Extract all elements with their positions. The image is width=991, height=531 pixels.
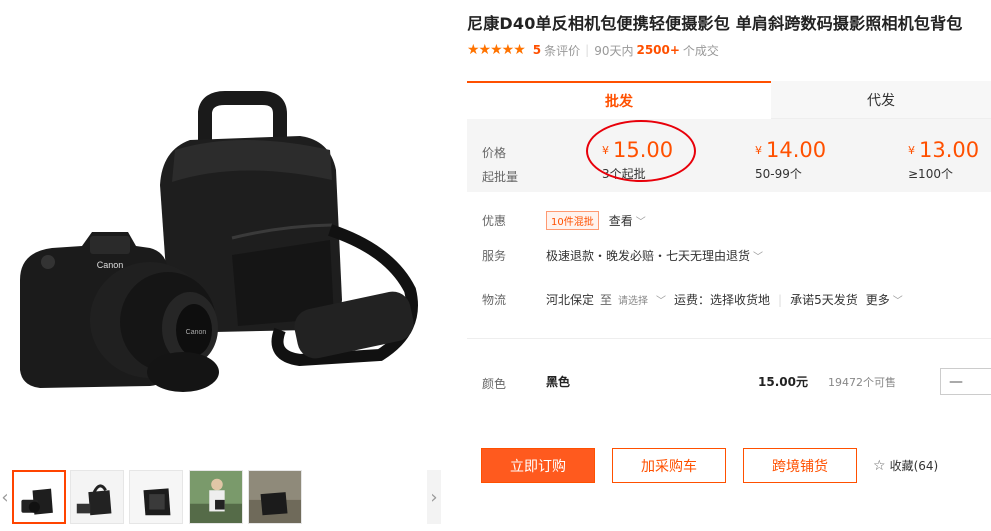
highlight-circle-annotation xyxy=(586,120,696,182)
chevron-left-icon[interactable]: ‹ xyxy=(0,470,12,524)
chevron-down-icon[interactable]: ﹀ xyxy=(656,292,666,307)
variant-stock: 19472个可售 xyxy=(828,376,896,389)
ship-promise: 承诺5天发货 xyxy=(790,293,858,307)
price-label: 价格 xyxy=(482,146,507,160)
color-option-name: 黑色 xyxy=(546,375,571,389)
price-tier-3-value: 13.00 xyxy=(919,138,980,162)
star-outline-icon: ☆ xyxy=(873,457,886,474)
thumbnail-strip: ‹ › xyxy=(0,470,445,526)
rating-row: ★★★★★ 5 条评价 | 90天内 2500+ 个成交 xyxy=(467,42,719,59)
thumbnail-3[interactable] xyxy=(129,470,183,524)
price-tier-3: ¥13.00 ≥100个 xyxy=(908,138,980,181)
chevron-down-icon[interactable]: ﹀ xyxy=(636,213,646,228)
tab-wholesale[interactable]: 批发 xyxy=(467,81,771,119)
promo-view-link[interactable]: 查看 xyxy=(609,212,633,229)
price-tier-2-value: 14.00 xyxy=(766,138,827,162)
logistics-more-link[interactable]: 更多 xyxy=(866,291,890,308)
section-divider xyxy=(467,338,991,339)
variant-row: 颜色 黑色 15.00元 19472个可售 — xyxy=(482,368,991,396)
svg-text:Canon: Canon xyxy=(97,260,124,270)
promo-badge: 10件混批 xyxy=(546,211,599,230)
sales-count: 2500+ xyxy=(636,43,680,57)
moq-label: 起批量 xyxy=(482,170,519,184)
ship-to-label: 至 xyxy=(600,293,613,307)
thumbnail-2[interactable] xyxy=(70,470,124,524)
cross-border-button[interactable]: 跨境铺货 xyxy=(743,448,857,483)
chevron-down-icon[interactable]: ﹀ xyxy=(893,292,903,307)
service-label: 服务 xyxy=(482,249,507,263)
promo-row: 优惠 10件混批 查看 ﹀ xyxy=(482,211,646,230)
action-bar: 立即订购 加采购车 跨境铺货 ☆ 收藏(64) xyxy=(481,448,938,483)
rating-stars-icon: ★★★★★ xyxy=(467,42,526,58)
tab-dropship[interactable]: 代发 xyxy=(771,81,991,119)
sales-label: 个成交 xyxy=(682,43,719,58)
logistics-row: 物流 河北保定 至 请选择 ﹀ 运费：选择收货地 | 承诺5天发货 更多 ﹀ xyxy=(482,291,903,308)
quantity-decrement-button[interactable]: — xyxy=(940,368,991,395)
service-text[interactable]: 极速退款・晚发必赔・七天无理由退货 xyxy=(546,247,750,264)
svg-text:Canon: Canon xyxy=(186,329,207,336)
purchase-mode-tabs: 批发 代发 xyxy=(467,81,991,119)
price-tier-3-qty: ≥100个 xyxy=(908,167,953,181)
sales-period: 90天内 xyxy=(594,43,634,58)
ship-from: 河北保定 xyxy=(546,293,595,307)
buy-now-button[interactable]: 立即订购 xyxy=(481,448,595,483)
service-row: 服务 极速退款・晚发必赔・七天无理由退货 ﹀ xyxy=(482,247,763,264)
price-panel: 价格 起批量 ¥15.00 3个起批 ¥14.00 50-99个 ¥13.00 … xyxy=(467,119,991,192)
chevron-down-icon[interactable]: ﹀ xyxy=(753,248,763,263)
price-tier-2-qty: 50-99个 xyxy=(755,167,802,181)
variant-price: 15.00元 xyxy=(758,375,808,389)
add-to-cart-button[interactable]: 加采购车 xyxy=(612,448,726,483)
destination-select[interactable]: 请选择 xyxy=(618,292,648,307)
color-label: 颜色 xyxy=(482,377,507,391)
favorite-button[interactable]: ☆ 收藏(64) xyxy=(873,457,938,474)
chevron-right-icon[interactable]: › xyxy=(427,470,441,524)
logistics-label: 物流 xyxy=(482,293,507,307)
promo-label: 优惠 xyxy=(482,214,507,228)
thumbnail-1[interactable] xyxy=(12,470,66,524)
main-product-image: Canon Canon xyxy=(0,0,460,455)
freight-text: 运费：选择收货地 xyxy=(674,293,771,307)
price-tier-2: ¥14.00 50-99个 xyxy=(755,138,827,181)
review-count[interactable]: 5 xyxy=(533,43,541,57)
favorite-label: 收藏(64) xyxy=(889,459,939,473)
thumbnail-4[interactable] xyxy=(189,470,243,524)
thumbnail-5[interactable] xyxy=(248,470,302,524)
product-title: 尼康D40单反相机包便携轻便摄影包 单肩斜跨数码摄影照相机包背包 xyxy=(467,14,963,33)
review-label[interactable]: 条评价 xyxy=(544,42,580,59)
